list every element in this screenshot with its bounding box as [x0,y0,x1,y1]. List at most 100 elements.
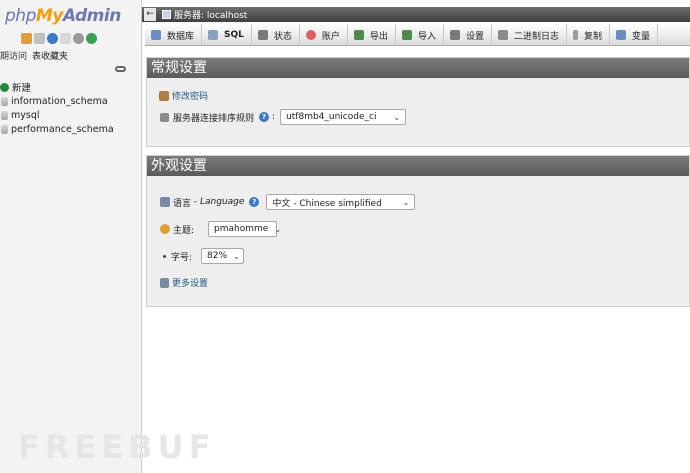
users-icon [305,30,316,40]
tab-label: 账户 [321,31,340,42]
wrench-icon [449,30,460,40]
tab-binary-log[interactable]: 二进制日志 [492,24,567,46]
theme-select[interactable]: pmahomme ⌄ [208,221,281,237]
settings-icon[interactable] [73,33,84,44]
font-size-select[interactable]: 82% ⌄ [201,248,245,264]
database-icon [1,110,8,120]
database-icon [1,96,8,106]
general-settings-panel: 常规设置 修改密码 服务器连接排序规则 ? : utf8mb4_unicode_… [146,57,690,147]
export-icon [353,30,364,40]
variables-icon [616,30,626,40]
collation-icon [160,112,169,122]
tree-item-performance-schema[interactable]: performance_schema [0,122,114,136]
font-size-selected-value: 82% [207,251,228,261]
theme-label: 主题: [173,225,195,236]
tab-label: 状态 [273,31,292,42]
language-label: 语言 [173,198,192,209]
phpmyadmin-logo[interactable]: phpMyAdmin [5,6,121,26]
tab-favorites[interactable]: 表收藏夹 [32,49,68,62]
server-icon [162,10,171,19]
tree-item-label: mysql [11,109,40,121]
chevron-down-icon: ⌄ [402,197,410,207]
logo-text-admin: Admin [62,6,121,26]
theme-selected-value: pmahomme [214,224,269,234]
collation-row: 服务器连接排序规则 ? : utf8mb4_unicode_ci ⌄ [160,109,407,125]
tab-settings[interactable]: 设置 [444,24,492,46]
tab-variables[interactable]: 变量 [610,24,659,46]
tree-item-label: information_schema [11,95,108,107]
panel-title: 外观设置 [147,156,689,176]
more-settings-link[interactable]: 更多设置 [172,276,208,289]
font-size-label: 字号: [171,252,193,263]
server-breadcrumb-bar: ← 服务器: localhost [142,7,690,22]
chevron-down-icon: ⌄ [274,224,282,234]
docs-icon[interactable] [60,33,71,44]
theme-row: 主题: pmahomme ⌄ [160,221,281,237]
language-label-en: Language [200,197,245,207]
tree-item-new[interactable]: 新建 [0,80,114,94]
language-selected-value: 中文 - Chinese simplified [272,198,382,209]
sql-icon [208,30,219,40]
tree-item-mysql[interactable]: mysql [0,108,114,122]
new-icon [0,82,9,92]
collation-selected-value: utf8mb4_unicode_ci [286,112,377,122]
tab-databases[interactable]: 数据库 [145,24,203,46]
tab-label: 复制 [583,31,602,42]
link-icon[interactable] [115,66,126,72]
status-icon [257,30,268,40]
language-separator: - [191,197,200,207]
tab-recent[interactable]: 期访问 [0,49,27,62]
exit-icon[interactable] [34,33,45,44]
change-password-row: 修改密码 [159,89,208,102]
key-icon [159,90,169,101]
tab-label: 设置 [465,31,484,42]
replication-icon [572,30,578,40]
language-row: 语言 - Language ? 中文 - Chinese simplified … [160,194,416,210]
collation-label: 服务器连接排序规则 [173,113,255,124]
logo-text-php: php [5,6,36,26]
more-settings-row: 更多设置 [160,276,208,289]
server-breadcrumb[interactable]: 服务器: localhost [174,8,247,21]
tab-label: 导出 [369,31,388,42]
import-icon [401,30,412,40]
help-icon[interactable]: ? [259,112,270,122]
tab-label: 二进制日志 [513,31,559,42]
bullet-icon [163,254,166,258]
nav-icon-bar [21,33,97,44]
navigation-panel: phpMyAdmin 期访问 表收藏夹 新建 information_schem… [0,0,142,473]
collation-select[interactable]: utf8mb4_unicode_ci ⌄ [280,109,407,125]
collapse-nav-button[interactable]: ← [144,8,156,21]
tree-item-label: performance_schema [11,123,114,135]
wrench-icon [160,277,169,288]
tab-export[interactable]: 导出 [348,24,396,46]
database-icon [151,30,161,40]
help-icon[interactable]: ? [249,197,260,207]
database-icon [1,124,8,134]
change-password-link[interactable]: 修改密码 [172,89,208,102]
tab-status[interactable]: 状态 [252,24,300,46]
tab-label: SQL [224,30,244,40]
tab-label: 导入 [417,31,436,42]
tab-replication[interactable]: 复制 [567,24,610,46]
watermark-logo: FREEBUF [18,428,216,466]
tab-import[interactable]: 导入 [396,24,444,46]
reload-icon[interactable] [86,33,97,44]
language-select[interactable]: 中文 - Chinese simplified ⌄ [266,194,416,210]
language-icon [160,197,170,207]
tab-sql[interactable]: SQL [202,24,252,46]
chevron-down-icon: ⌄ [393,112,401,122]
top-menu: 数据库 SQL 状态 账户 导出 导入 设置 二进制日志 复制 变量 [145,24,690,46]
tree-item-information-schema[interactable]: information_schema [0,94,114,108]
nav-tabs: 期访问 表收藏夹 [0,49,68,62]
help-icon[interactable] [47,33,58,44]
palette-icon [160,224,170,234]
binlog-icon [497,30,508,40]
tab-accounts[interactable]: 账户 [300,24,348,46]
tree-item-label: 新建 [12,83,32,94]
home-icon[interactable] [21,33,32,44]
database-tree: 新建 information_schema mysql performance_… [0,80,114,136]
appearance-settings-panel: 外观设置 语言 - Language ? 中文 - Chinese simpli… [146,155,690,307]
tab-label: 变量 [632,31,651,42]
logo-text-my: My [35,6,64,26]
chevron-down-icon: ⌄ [233,251,240,261]
